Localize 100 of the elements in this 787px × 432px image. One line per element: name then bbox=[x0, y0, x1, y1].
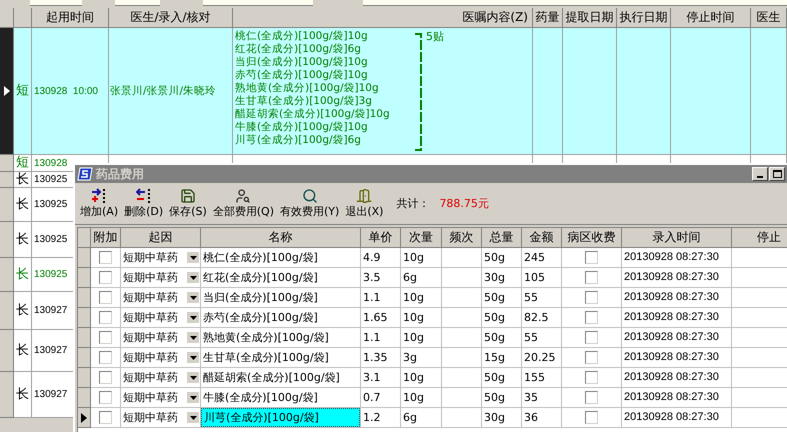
dropdown-button[interactable] bbox=[187, 352, 199, 363]
input-field[interactable] bbox=[203, 0, 313, 6]
column-header[interactable]: 执行日期 bbox=[617, 8, 671, 28]
checkbox[interactable] bbox=[99, 411, 112, 424]
table-cell: 3.1 bbox=[361, 368, 401, 388]
person-search-icon bbox=[235, 188, 252, 204]
table-cell bbox=[442, 308, 482, 328]
maximize-button[interactable] bbox=[769, 167, 785, 181]
order-type: 长 bbox=[16, 232, 29, 246]
order-line: 红花(全成分)[100g/袋]6g bbox=[235, 43, 361, 56]
table-cell: 50g bbox=[482, 368, 522, 388]
input-field[interactable] bbox=[363, 0, 787, 6]
dropdown-button[interactable] bbox=[187, 412, 199, 423]
table-cell: 6g bbox=[401, 268, 442, 288]
entry-time: 20130928 08:27:30 bbox=[624, 311, 719, 324]
caret-icon bbox=[190, 316, 196, 320]
column-header[interactable]: 总量 bbox=[482, 228, 522, 248]
checkbox[interactable] bbox=[585, 411, 598, 424]
order-type: 短 bbox=[16, 156, 29, 170]
checkbox[interactable] bbox=[99, 251, 112, 264]
checkbox[interactable] bbox=[99, 391, 112, 404]
checkbox[interactable] bbox=[585, 311, 598, 324]
column-header[interactable]: 停止 bbox=[732, 228, 787, 248]
column-header[interactable]: 药量 bbox=[533, 8, 563, 28]
caret-icon bbox=[190, 296, 196, 300]
checkbox[interactable] bbox=[585, 271, 598, 284]
minimize-button[interactable] bbox=[752, 167, 768, 181]
checkbox[interactable] bbox=[585, 251, 598, 264]
total-label: 共计： bbox=[396, 197, 430, 210]
dropdown-button[interactable] bbox=[187, 332, 199, 343]
column-header[interactable]: 起因 bbox=[121, 228, 201, 248]
table-cell: 3g bbox=[401, 348, 442, 368]
table-cell: 105 bbox=[522, 268, 562, 288]
table-cell bbox=[442, 368, 482, 388]
checkbox[interactable] bbox=[99, 311, 112, 324]
checkbox[interactable] bbox=[99, 271, 112, 284]
entry-time: 20130928 08:27:30 bbox=[624, 351, 719, 364]
dropdown-button[interactable] bbox=[187, 252, 199, 263]
input-field[interactable] bbox=[115, 0, 160, 6]
toolbar-button[interactable]: 全部费用(Q) bbox=[210, 188, 277, 219]
column-header[interactable]: 起用时间 bbox=[32, 8, 109, 28]
order-type: 长 bbox=[16, 198, 29, 212]
table-cell: 1.1 bbox=[361, 328, 401, 348]
row-indicator[interactable] bbox=[78, 408, 91, 428]
column-header[interactable]: 提取日期 bbox=[563, 8, 617, 28]
order-line: 生甘草(全成分)[100g/袋]3g bbox=[235, 95, 372, 108]
checkbox[interactable] bbox=[99, 331, 112, 344]
table-cell-text: 生甘草(全成分)[100g/袋] bbox=[202, 350, 330, 366]
toolbar-button[interactable]: 保存(S) bbox=[166, 188, 210, 219]
table-cell: 10g bbox=[401, 308, 442, 328]
start-time: 130928 bbox=[34, 156, 68, 170]
dropdown-button[interactable] bbox=[187, 292, 199, 303]
table-cell: 1.35 bbox=[361, 348, 401, 368]
toolbar-button[interactable]: 有效费用(Y) bbox=[277, 188, 342, 219]
column-header[interactable]: 金额 bbox=[522, 228, 562, 248]
column-header[interactable]: 录入时间 bbox=[622, 228, 732, 248]
column-header[interactable]: 名称 bbox=[201, 228, 361, 248]
table-cell: 10g bbox=[401, 288, 442, 308]
dropdown-button[interactable] bbox=[187, 272, 199, 283]
order-line: 当归(全成分)[100g/袋]10g bbox=[235, 56, 368, 69]
checkbox[interactable] bbox=[99, 351, 112, 364]
table-cell: 15g bbox=[482, 348, 522, 368]
dropdown-button[interactable] bbox=[187, 372, 199, 383]
cause-text: 短期中草药 bbox=[123, 251, 178, 264]
column-header[interactable]: 病区收费 bbox=[562, 228, 622, 248]
caret-icon bbox=[190, 356, 196, 360]
column-header[interactable]: 单价 bbox=[361, 228, 401, 248]
table-cell: 3.5 bbox=[361, 268, 401, 288]
order-line: 赤芍(全成分)[100g/袋]10g bbox=[235, 69, 368, 82]
input-field[interactable] bbox=[30, 0, 82, 6]
toolbar-button[interactable]: 退出(X) bbox=[342, 188, 386, 219]
toolbar-button[interactable]: 增加(A) bbox=[77, 188, 122, 219]
entry-time: 20130928 08:27:30 bbox=[624, 371, 719, 384]
checkbox[interactable] bbox=[585, 371, 598, 384]
column-header[interactable]: 频次 bbox=[442, 228, 482, 248]
column-header[interactable]: 医生/录入/核对 bbox=[109, 8, 233, 28]
dropdown-button[interactable] bbox=[187, 392, 199, 403]
table-cell-text: 桃仁(全成分)[100g/袋] bbox=[202, 250, 319, 266]
checkbox[interactable] bbox=[585, 391, 598, 404]
column-header[interactable]: 医生 bbox=[751, 8, 787, 28]
table-cell: 1.65 bbox=[361, 308, 401, 328]
column-header[interactable]: 医嘱内容(Z) bbox=[233, 8, 533, 28]
checkbox[interactable] bbox=[99, 291, 112, 304]
toolbar-button[interactable]: 删除(D) bbox=[121, 188, 166, 219]
checkbox[interactable] bbox=[585, 331, 598, 344]
current-row-icon bbox=[81, 412, 87, 422]
checkbox[interactable] bbox=[585, 351, 598, 364]
table-cell: 35 bbox=[522, 388, 562, 408]
order-line: 牛膝(全成分)[100g/袋]10g bbox=[235, 121, 368, 134]
column-header[interactable]: 附加 bbox=[91, 228, 121, 248]
cause-text: 短期中草药 bbox=[123, 411, 178, 424]
dropdown-button[interactable] bbox=[187, 312, 199, 323]
column-header[interactable]: 次量 bbox=[401, 228, 442, 248]
checkbox[interactable] bbox=[585, 291, 598, 304]
caret-icon bbox=[190, 276, 196, 280]
table-cell-text: 当归(全成分)[100g/袋] bbox=[202, 290, 319, 306]
column-header[interactable]: 停止时间 bbox=[671, 8, 751, 28]
checkbox[interactable] bbox=[99, 371, 112, 384]
window-title: 药品费用 bbox=[96, 168, 144, 180]
entry-time: 20130928 08:27:30 bbox=[624, 391, 719, 404]
